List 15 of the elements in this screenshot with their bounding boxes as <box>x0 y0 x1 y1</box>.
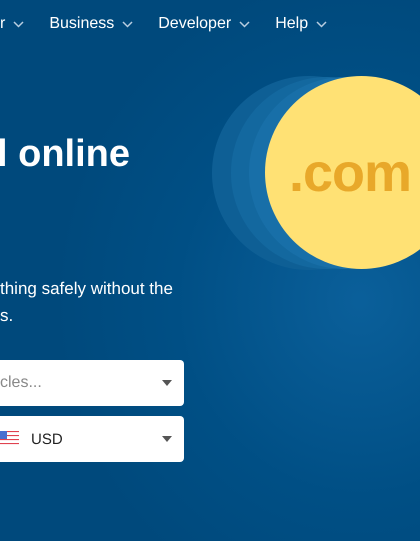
description: thing safely without the s. <box>0 278 174 327</box>
nav-menu-item[interactable]: Business <box>49 15 134 33</box>
badge-text: .com <box>289 142 412 204</box>
chevron-down-icon <box>13 20 24 28</box>
caret-icon <box>162 436 172 442</box>
chevron-down-icon <box>239 20 250 28</box>
currency-select[interactable]: USD <box>0 416 184 462</box>
chevron-down-icon <box>122 20 134 28</box>
caret-icon <box>162 380 172 386</box>
nav-menu-item[interactable]: r <box>0 15 24 33</box>
search-select[interactable]: cles... <box>0 360 184 406</box>
flag-icon <box>0 431 19 447</box>
chevron-down-icon <box>316 20 328 28</box>
nav-menu-item[interactable]: Help <box>275 15 328 33</box>
nav-menu-item[interactable]: Developer <box>158 15 250 33</box>
